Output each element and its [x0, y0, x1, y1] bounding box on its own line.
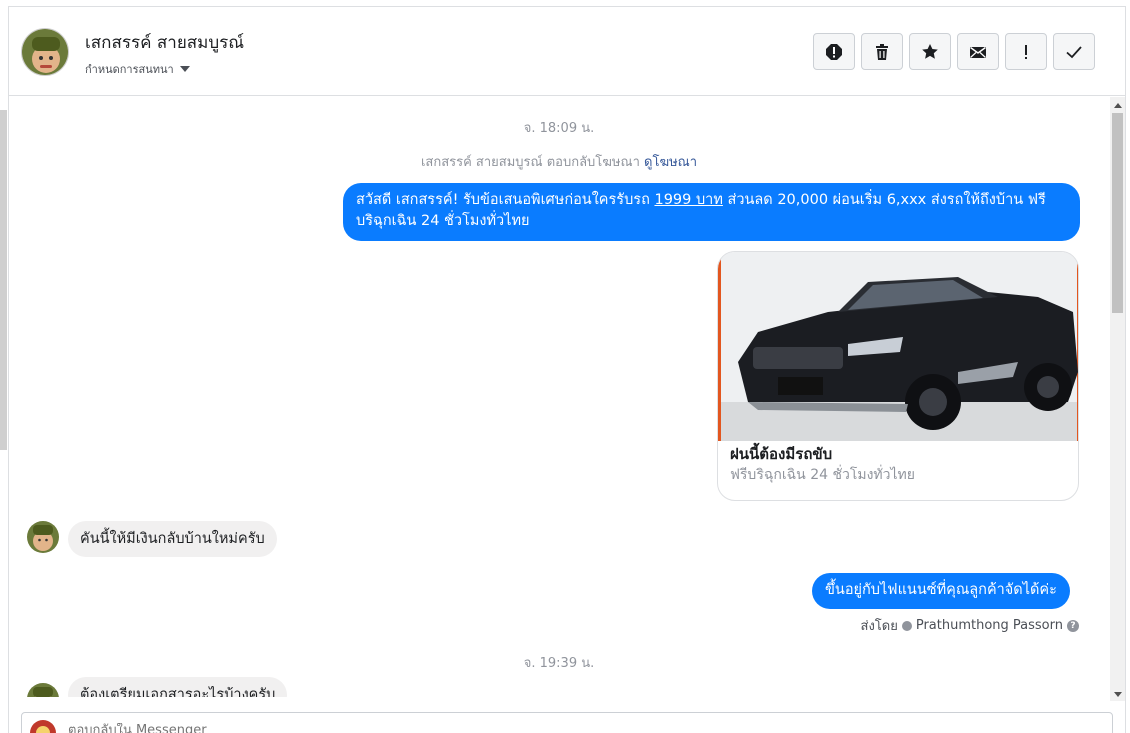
envelope-icon	[970, 46, 986, 58]
trash-icon	[876, 43, 888, 60]
mark-done-button[interactable]	[1053, 33, 1095, 70]
ad-reply-text: เสกสรรค์ สายสมบูรณ์ ตอบกลับโฆษณา	[420, 155, 640, 170]
conversation-header: เสกสรรค์ สายสมบูรณ์ กำหนดการสนทนา	[9, 7, 1125, 96]
message-text: สวัสดี เสกสรรค์! รับข้อเสนอพิเศษก่อนใครร…	[356, 192, 655, 208]
incoming-message: ต้องเตรียมเอกสารอะไรบ้างครับ	[68, 677, 288, 697]
contact-avatar[interactable]	[27, 683, 59, 697]
contact-avatar[interactable]	[21, 28, 69, 76]
timestamp: จ. 19:39 น.	[523, 656, 595, 671]
reply-composer[interactable]	[21, 712, 1113, 733]
ad-card[interactable]: ฝนนี้ต้องมีรถขับ ฟรีบริฉุกเฉิน 24 ชั่วโม…	[717, 251, 1079, 501]
message-link[interactable]: 1999 บาท	[654, 192, 722, 208]
thread-scrollbar[interactable]	[1110, 97, 1125, 701]
outgoing-message: สวัสดี เสกสรรค์! รับข้อเสนอพิเศษก่อนใครร…	[343, 183, 1080, 241]
header-actions	[813, 33, 1095, 70]
ad-reply-notice: เสกสรรค์ สายสมบูรณ์ ตอบกลับโฆษณา ดูโฆษณา	[9, 151, 1109, 172]
sent-by-name: Prathumthong Passorn	[915, 618, 1063, 633]
truck-image	[718, 252, 1078, 441]
view-ad-link[interactable]: ดูโฆษณา	[644, 155, 697, 170]
sent-by-info: ส่งโดย Prathumthong Passorn ?	[861, 615, 1079, 636]
incoming-message: คันนี้ให้มีเงินกลับบ้านใหม่ครับ	[68, 521, 277, 557]
report-spam-button[interactable]	[813, 33, 855, 70]
help-icon[interactable]: ?	[1067, 619, 1079, 632]
checkmark-icon	[1066, 45, 1082, 58]
scroll-down-icon[interactable]	[1114, 692, 1122, 697]
assign-conversation-label: กำหนดการสนทนา	[85, 63, 174, 76]
message-text: บริฉุกเฉิน 24 ชั่วโมงทั่วไทย	[356, 213, 530, 229]
star-icon	[922, 43, 938, 59]
mark-unread-button[interactable]	[957, 33, 999, 70]
outgoing-message: ขึ้นอยู่กับไฟแนนซ์ที่คุณลูกค้าจัดได้ค่ะ	[812, 573, 1070, 609]
message-thread[interactable]: จ. 18:09 น. เสกสรรค์ สายสมบูรณ์ ตอบกลับโ…	[9, 97, 1109, 697]
scroll-up-icon[interactable]	[1114, 103, 1122, 108]
follow-up-button[interactable]	[1005, 33, 1047, 70]
timestamp: จ. 18:09 น.	[523, 121, 595, 136]
outer-scrollbar[interactable]	[0, 110, 7, 450]
card-title: ฝนนี้ต้องมีรถขับ	[730, 445, 833, 463]
message-text: ส่วนลด 20,000 ผ่อนเริ่ม 6,xxx ส่งรถให้ถึ…	[722, 192, 1046, 208]
report-spam-icon	[826, 43, 842, 60]
scroll-thumb[interactable]	[1112, 113, 1123, 313]
delete-button[interactable]	[861, 33, 903, 70]
page-avatar	[30, 720, 56, 733]
exclamation-icon	[1025, 44, 1027, 59]
sent-by-label: ส่งโดย	[860, 619, 898, 634]
card-subtitle: ฟรีบริฉุกเฉิน 24 ชั่วโมงทั่วไทย	[730, 467, 915, 483]
caret-down-icon	[179, 66, 190, 72]
reply-input[interactable]	[68, 723, 968, 733]
contact-name[interactable]: เสกสรรค์ สายสมบูรณ์	[85, 29, 244, 56]
verified-icon	[901, 620, 912, 631]
contact-avatar[interactable]	[27, 521, 59, 553]
conversation-panel: เสกสรรค์ สายสมบูรณ์ กำหนดการสนทนา จ. 18:…	[8, 6, 1126, 733]
star-button[interactable]	[909, 33, 951, 70]
assign-conversation-dropdown[interactable]: กำหนดการสนทนา	[85, 60, 190, 78]
